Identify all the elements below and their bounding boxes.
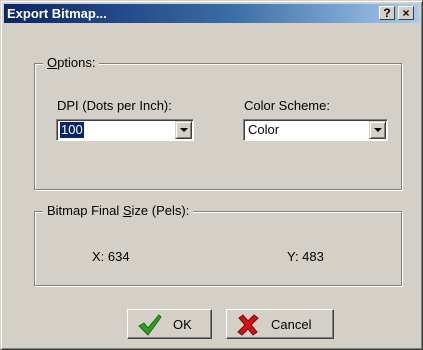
x-mark-icon [237, 314, 259, 336]
dpi-label: DPI (Dots per Inch): [57, 98, 172, 113]
title-bar[interactable]: Export Bitmap... ? × [4, 4, 419, 23]
options-group-label: Options: [43, 55, 100, 71]
chevron-down-icon[interactable] [175, 121, 192, 139]
chevron-down-icon[interactable] [369, 121, 386, 139]
dpi-select[interactable]: 100 [56, 119, 194, 141]
y-size-value: Y: 483 [287, 249, 324, 264]
bitmap-size-group-label: Bitmap Final Size (Pels): [43, 203, 194, 219]
cancel-button[interactable]: Cancel [226, 309, 334, 339]
color-scheme-value: Color [248, 122, 280, 137]
close-icon: × [402, 6, 410, 20]
dpi-value: 100 [60, 122, 84, 138]
ok-button-label: OK [173, 317, 192, 332]
ok-button[interactable]: OK [127, 309, 212, 339]
dialog-title: Export Bitmap... [7, 6, 107, 21]
options-accelerator: O [47, 55, 58, 70]
help-button[interactable]: ? [379, 6, 395, 20]
color-scheme-label: Color Scheme: [244, 98, 330, 113]
color-scheme-select[interactable]: Color [243, 119, 388, 141]
help-icon: ? [383, 6, 391, 20]
x-size-value: X: 634 [92, 249, 130, 264]
close-button[interactable]: × [398, 6, 414, 20]
size-accelerator: S [122, 203, 132, 218]
checkmark-icon [138, 314, 162, 336]
bitmap-size-group: Bitmap Final Size (Pels): [34, 203, 402, 286]
cancel-button-label: Cancel [271, 317, 312, 332]
export-bitmap-dialog: Export Bitmap... ? × Options: DPI (Dots … [0, 0, 423, 350]
